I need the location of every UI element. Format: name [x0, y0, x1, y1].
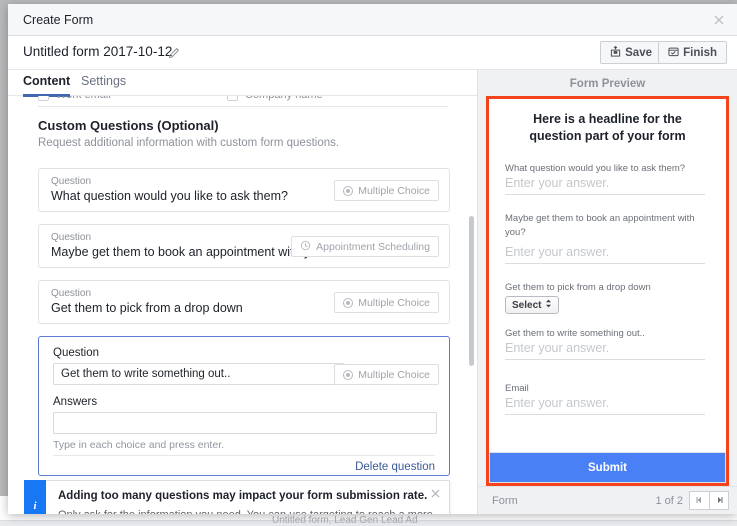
preview-question-4: Get them to write something out.. [505, 327, 705, 341]
radio-icon [343, 370, 353, 380]
question-text: Maybe get them to book an appointment wi… [51, 245, 331, 259]
checkbox-company-name-label: Company name [245, 96, 323, 101]
dialog-body: Content Settings Work email Company name… [8, 70, 737, 514]
preview-answer-input-4[interactable]: Enter your answer. [505, 341, 705, 360]
question-type-label: Multiple Choice [358, 297, 430, 309]
tab-content[interactable]: Content [23, 74, 70, 97]
answers-field-label: Answers [53, 396, 97, 408]
question-card-2[interactable]: Question Maybe get them to book an appoi… [38, 224, 450, 268]
section-title: Custom Questions (Optional) [38, 118, 219, 133]
preview-answer-input-1[interactable]: Enter your answer. [505, 176, 705, 195]
question-label: Question [51, 176, 91, 187]
preview-content: Here is a headline for the question part… [489, 99, 726, 483]
finish-button[interactable]: Finish [658, 41, 727, 64]
form-name-label[interactable]: Untitled form 2017-10-12 [23, 44, 172, 59]
preview-heading: Form Preview [478, 78, 737, 90]
notification-title: Adding too many questions may impact you… [58, 490, 427, 502]
checkbox-work-email-label: Work email [56, 96, 111, 101]
question-label: Question [51, 288, 91, 299]
preview-footer-label: Form [492, 495, 518, 507]
close-icon[interactable] [709, 10, 729, 30]
card-divider [53, 455, 435, 456]
preview-submit-label: Submit [588, 462, 627, 474]
preview-footer: Form 1 of 2 [478, 486, 737, 514]
preview-submit-button[interactable]: Submit [489, 452, 726, 483]
form-editor-pane: Content Settings Work email Company name… [8, 70, 478, 514]
preview-select-3[interactable]: Select [505, 296, 559, 314]
question-card-1[interactable]: Question What question would you like to… [38, 168, 450, 212]
question-card-3[interactable]: Question Get them to pick from a drop do… [38, 280, 450, 324]
previous-page-button[interactable] [689, 491, 709, 510]
tab-settings-label: Settings [81, 74, 126, 88]
triangle-left-icon [696, 496, 703, 506]
question-field-label: Question [53, 347, 99, 359]
notification-banner: i Adding too many questions may impact y… [45, 480, 450, 514]
section-subtitle: Request additional information with cust… [38, 137, 339, 149]
question-type-label: Appointment Scheduling [316, 241, 430, 253]
save-button[interactable]: Save [600, 41, 662, 64]
answers-input[interactable] [53, 412, 437, 434]
save-icon [610, 46, 621, 60]
editor-scroll-region[interactable]: Work email Company name Custom Questions… [8, 96, 478, 514]
chevron-updown-icon [545, 299, 552, 311]
question-type-chip-1[interactable]: Multiple Choice [334, 180, 439, 201]
checkbox-work-email[interactable] [38, 96, 49, 101]
notification-body: Only ask for the information you need. Y… [58, 509, 433, 514]
clock-icon [300, 240, 311, 254]
preview-headline: Here is a headline for the question part… [507, 111, 708, 145]
next-page-button[interactable] [709, 491, 729, 510]
question-type-chip-active[interactable]: Multiple Choice [334, 364, 439, 385]
editor-tabs: Content Settings [8, 70, 477, 96]
editor-scrollbar[interactable] [469, 96, 476, 514]
question-card-active[interactable]: Question Multiple Choice Answers Type in… [38, 336, 450, 476]
pencil-icon[interactable] [168, 46, 180, 58]
question-label: Question [51, 232, 91, 243]
question-text: What question would you like to ask them… [51, 189, 288, 203]
question-type-chip-3[interactable]: Multiple Choice [334, 292, 439, 313]
preview-question-5: Email [505, 382, 705, 396]
delete-question-link[interactable]: Delete question [355, 461, 435, 473]
checkbox-company-name[interactable] [227, 96, 238, 101]
radio-icon [343, 186, 353, 196]
question-text-input[interactable] [53, 363, 345, 385]
question-type-chip-2[interactable]: Appointment Scheduling [291, 236, 439, 257]
form-preview-pane: Form Preview Here is a headline for the … [478, 70, 737, 514]
preview-answer-input-5[interactable]: Enter your answer. [505, 396, 705, 415]
finish-button-label: Finish [683, 47, 717, 59]
info-icon: i [24, 480, 46, 514]
create-form-dialog: Create Form Untitled form 2017-10-12 [8, 4, 737, 514]
dialog-titlebar: Create Form [8, 4, 737, 36]
form-toolbar: Untitled form 2017-10-12 Save [8, 36, 737, 70]
prefill-fields-row: Work email Company name [38, 96, 448, 107]
save-button-label: Save [625, 47, 652, 59]
triangle-right-icon [716, 496, 723, 506]
editor-scrollbar-thumb[interactable] [469, 216, 474, 366]
question-type-label: Multiple Choice [358, 369, 430, 381]
question-type-label: Multiple Choice [358, 185, 430, 197]
preview-question-1: What question would you like to ask them… [505, 162, 705, 176]
preview-frame: Here is a headline for the question part… [486, 96, 729, 486]
preview-question-3: Get them to pick from a drop down [505, 281, 705, 295]
page-indicator: 1 of 2 [655, 495, 683, 507]
preview-answer-input-2[interactable]: Enter your answer. [505, 245, 705, 264]
dialog-title: Create Form [23, 13, 93, 27]
question-text: Get them to pick from a drop down [51, 301, 243, 315]
tab-content-label: Content [23, 74, 70, 88]
radio-icon [343, 298, 353, 308]
calendar-check-icon [668, 46, 679, 60]
preview-question-2: Maybe get them to book an appointment wi… [505, 212, 705, 240]
answers-hint: Type in each choice and press enter. [53, 439, 224, 451]
preview-select-value: Select [512, 300, 541, 311]
tab-settings[interactable]: Settings [81, 74, 126, 94]
notification-close-icon[interactable] [431, 489, 440, 501]
